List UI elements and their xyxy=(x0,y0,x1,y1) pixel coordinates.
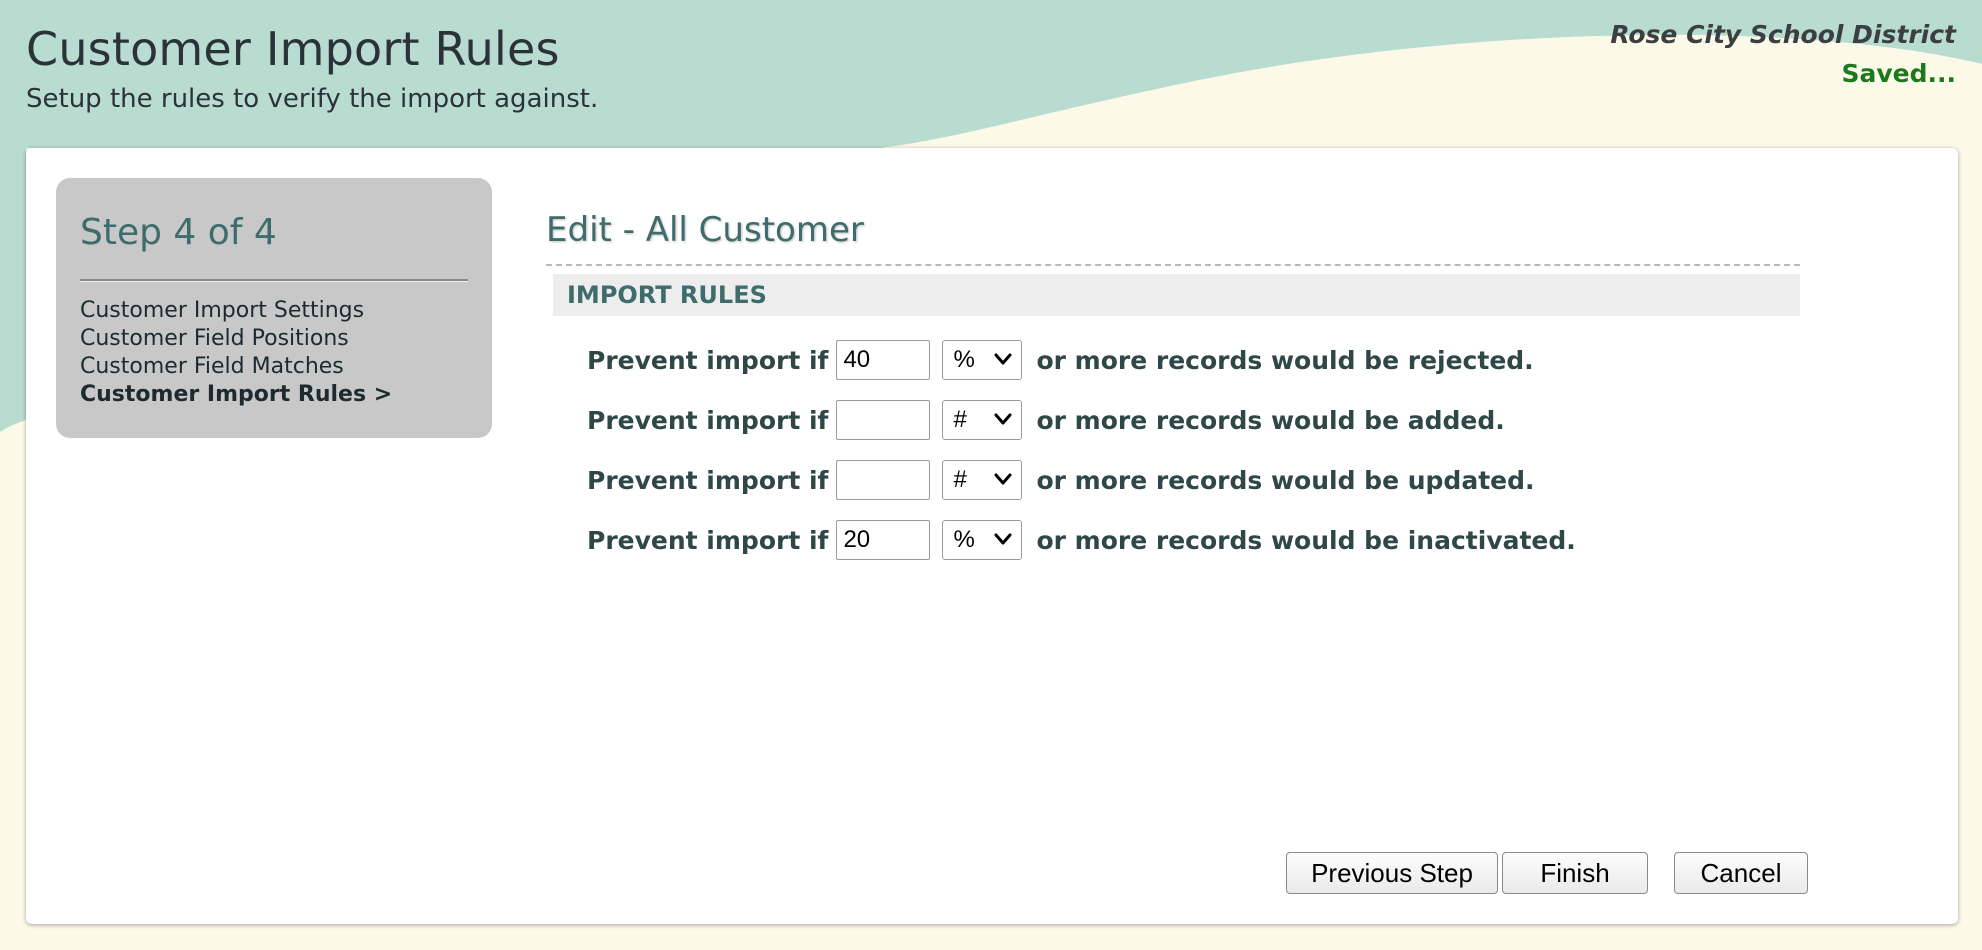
step-item-field-matches[interactable]: Customer Field Matches xyxy=(80,353,468,381)
page-header: Customer Import Rules Setup the rules to… xyxy=(26,22,598,114)
rule-suffix: or more records would be inactivated. xyxy=(1036,525,1576,555)
step-divider xyxy=(80,279,468,281)
rule-suffix: or more records would be added. xyxy=(1036,405,1505,435)
section-title: Edit - All Customer xyxy=(546,210,1800,266)
cancel-button[interactable]: Cancel xyxy=(1674,852,1808,894)
chevron-down-icon xyxy=(994,353,1012,365)
page-title: Customer Import Rules xyxy=(26,22,560,76)
unit-select-value: % xyxy=(953,346,975,373)
rule-row-added: Prevent import if # or more records woul… xyxy=(587,390,1800,450)
rule-label: Prevent import if xyxy=(587,525,829,555)
step-item-field-positions[interactable]: Customer Field Positions xyxy=(80,325,468,353)
inactivated-unit-select[interactable]: % xyxy=(942,520,1023,560)
unit-select-value: # xyxy=(953,466,967,493)
rejected-unit-select[interactable]: % xyxy=(942,340,1023,380)
finish-button[interactable]: Finish xyxy=(1502,852,1648,894)
chevron-down-icon xyxy=(994,473,1012,485)
step-panel: Step 4 of 4 Customer Import Settings Cus… xyxy=(56,178,492,438)
inactivated-threshold-input[interactable] xyxy=(836,520,931,560)
added-unit-select[interactable]: # xyxy=(942,400,1023,440)
import-rules-header: IMPORT RULES xyxy=(553,274,1800,316)
rule-label: Prevent import if xyxy=(587,345,829,375)
rule-label: Prevent import if xyxy=(587,405,829,435)
page-subtitle: Setup the rules to verify the import aga… xyxy=(26,84,599,114)
updated-threshold-input[interactable] xyxy=(836,460,931,500)
district-name: Rose City School District xyxy=(1610,20,1956,49)
added-threshold-input[interactable] xyxy=(836,400,931,440)
rule-list: Prevent import if % or more records woul… xyxy=(546,330,1800,570)
rule-row-updated: Prevent import if # or more records woul… xyxy=(587,450,1800,510)
rule-suffix: or more records would be rejected. xyxy=(1036,345,1534,375)
main-panel: Step 4 of 4 Customer Import Settings Cus… xyxy=(26,148,1958,924)
chevron-down-icon xyxy=(994,413,1012,425)
chevron-down-icon xyxy=(994,533,1012,545)
rule-row-inactivated: Prevent import if % or more records woul… xyxy=(587,510,1800,570)
step-item-import-settings[interactable]: Customer Import Settings xyxy=(80,297,468,325)
header-info: Rose City School District Saved... xyxy=(1610,20,1956,88)
unit-select-value: # xyxy=(953,406,967,433)
updated-unit-select[interactable]: # xyxy=(942,460,1023,500)
rule-row-rejected: Prevent import if % or more records woul… xyxy=(587,330,1800,390)
rule-label: Prevent import if xyxy=(587,465,829,495)
save-status: Saved... xyxy=(1841,59,1956,88)
previous-step-button[interactable]: Previous Step xyxy=(1286,852,1498,894)
step-item-import-rules[interactable]: Customer Import Rules > xyxy=(80,381,468,409)
edit-section: Edit - All Customer IMPORT RULES Prevent… xyxy=(546,210,1800,570)
rejected-threshold-input[interactable] xyxy=(836,340,931,380)
step-title: Step 4 of 4 xyxy=(80,212,277,253)
rule-suffix: or more records would be updated. xyxy=(1036,465,1535,495)
unit-select-value: % xyxy=(953,526,975,553)
